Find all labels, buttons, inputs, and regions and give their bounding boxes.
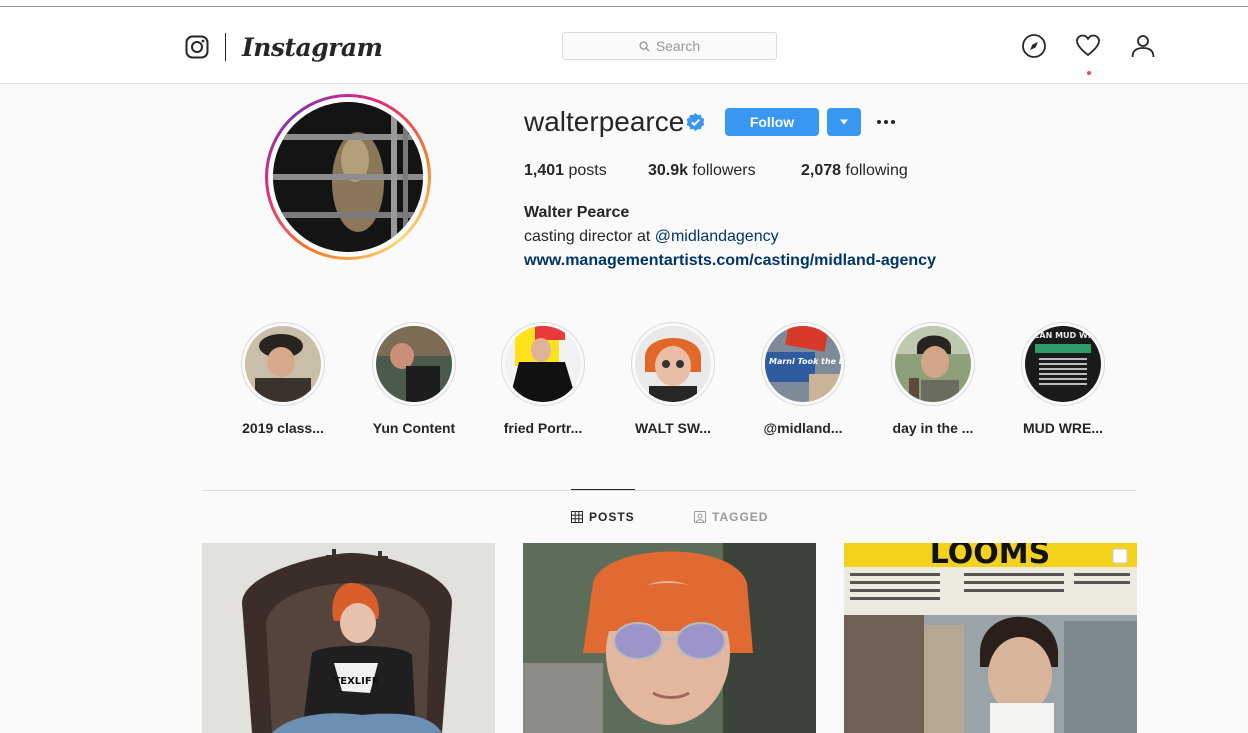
highlight-item[interactable]: Marni Took the Lead @midland... <box>743 322 863 436</box>
profile-full-name: Walter Pearce <box>524 204 630 221</box>
highlight-cover <box>245 326 321 402</box>
highlight-label: fried Portr... <box>503 420 583 436</box>
post-thumbnail[interactable]: TEXLIFE <box>202 543 495 733</box>
post-image: LOOMS <box>844 543 1137 733</box>
following-count[interactable]: 2,078 following <box>801 162 908 180</box>
highlight-cover: Marni Took the Lead <box>765 326 841 402</box>
highlight-label: Yun Content <box>372 420 456 436</box>
tagged-user-icon <box>694 511 706 523</box>
profile-avatar[interactable] <box>265 94 431 260</box>
followers-count[interactable]: 30.9k followers <box>648 162 756 180</box>
content-divider <box>202 490 1136 491</box>
highlight-cover: AMERICAN MUD WRESTLE <box>1025 326 1101 402</box>
verified-badge-icon <box>686 113 705 132</box>
profile-website-link[interactable]: www.managementartists.com/casting/midlan… <box>524 252 936 270</box>
profile-username: walterpearce <box>524 106 685 137</box>
tab-posts[interactable]: POSTS <box>571 510 635 524</box>
highlight-label: MUD WRE... <box>1022 420 1104 436</box>
highlight-label: day in the ... <box>892 420 974 436</box>
highlight-item[interactable]: Yun Content <box>354 322 474 436</box>
caret-down-icon <box>840 119 848 125</box>
post-image: TEXLIFE <box>202 543 495 733</box>
user-icon[interactable] <box>1130 33 1156 59</box>
compass-icon[interactable] <box>1021 33 1047 59</box>
ellipsis-icon <box>877 120 895 124</box>
highlight-label: WALT SW... <box>635 420 711 436</box>
highlight-cover <box>505 326 581 402</box>
avatar-horse-photo <box>273 102 423 252</box>
logo-divider <box>225 33 226 61</box>
notification-dot <box>1087 71 1091 75</box>
post-thumbnail[interactable]: LOOMS <box>844 543 1137 733</box>
highlight-label: 2019 class... <box>242 420 324 436</box>
grid-icon <box>571 511 583 523</box>
highlight-label: @midland... <box>763 420 843 436</box>
highlight-item[interactable]: fried Portr... <box>483 322 603 436</box>
highlight-cover <box>635 326 711 402</box>
heart-icon[interactable] <box>1075 33 1101 59</box>
follow-button[interactable]: Follow <box>725 108 819 136</box>
instagram-wordmark[interactable]: Instagram <box>242 33 383 62</box>
svg-text:TEXLIFE: TEXLIFE <box>333 676 378 687</box>
svg-text:Marni Took the Lead: Marni Took the Lead <box>769 357 841 366</box>
highlight-item[interactable]: day in the ... <box>873 322 993 436</box>
active-tab-indicator <box>571 489 635 490</box>
svg-text:AMERICAN MUD WRESTLE: AMERICAN MUD WRESTLE <box>1025 331 1101 340</box>
tab-tagged[interactable]: TAGGED <box>694 510 768 524</box>
post-image <box>523 543 816 733</box>
logo[interactable]: Instagram <box>185 31 383 63</box>
post-thumbnail[interactable] <box>523 543 816 733</box>
suggested-dropdown-button[interactable] <box>827 108 861 136</box>
search-placeholder: Search <box>655 38 701 54</box>
instagram-camera-icon <box>185 35 209 59</box>
highlight-item[interactable]: WALT SW... <box>613 322 733 436</box>
highlight-cover <box>895 326 971 402</box>
more-options-button[interactable] <box>874 110 898 134</box>
svg-text:LOOMS: LOOMS <box>930 543 1051 571</box>
search-input[interactable]: Search <box>562 32 777 60</box>
profile-bio: casting director at @midlandagency <box>524 228 779 245</box>
search-icon <box>639 40 650 52</box>
window-top-edge <box>0 0 1248 7</box>
highlight-cover <box>376 326 452 402</box>
posts-count: 1,401 posts <box>524 162 607 179</box>
highlight-item[interactable]: 2019 class... <box>223 322 343 436</box>
bio-mention-link[interactable]: @midlandagency <box>655 228 779 245</box>
top-navbar: Instagram Search <box>0 7 1248 84</box>
highlight-item[interactable]: AMERICAN MUD WRESTLE MUD WRE... <box>1003 322 1123 436</box>
